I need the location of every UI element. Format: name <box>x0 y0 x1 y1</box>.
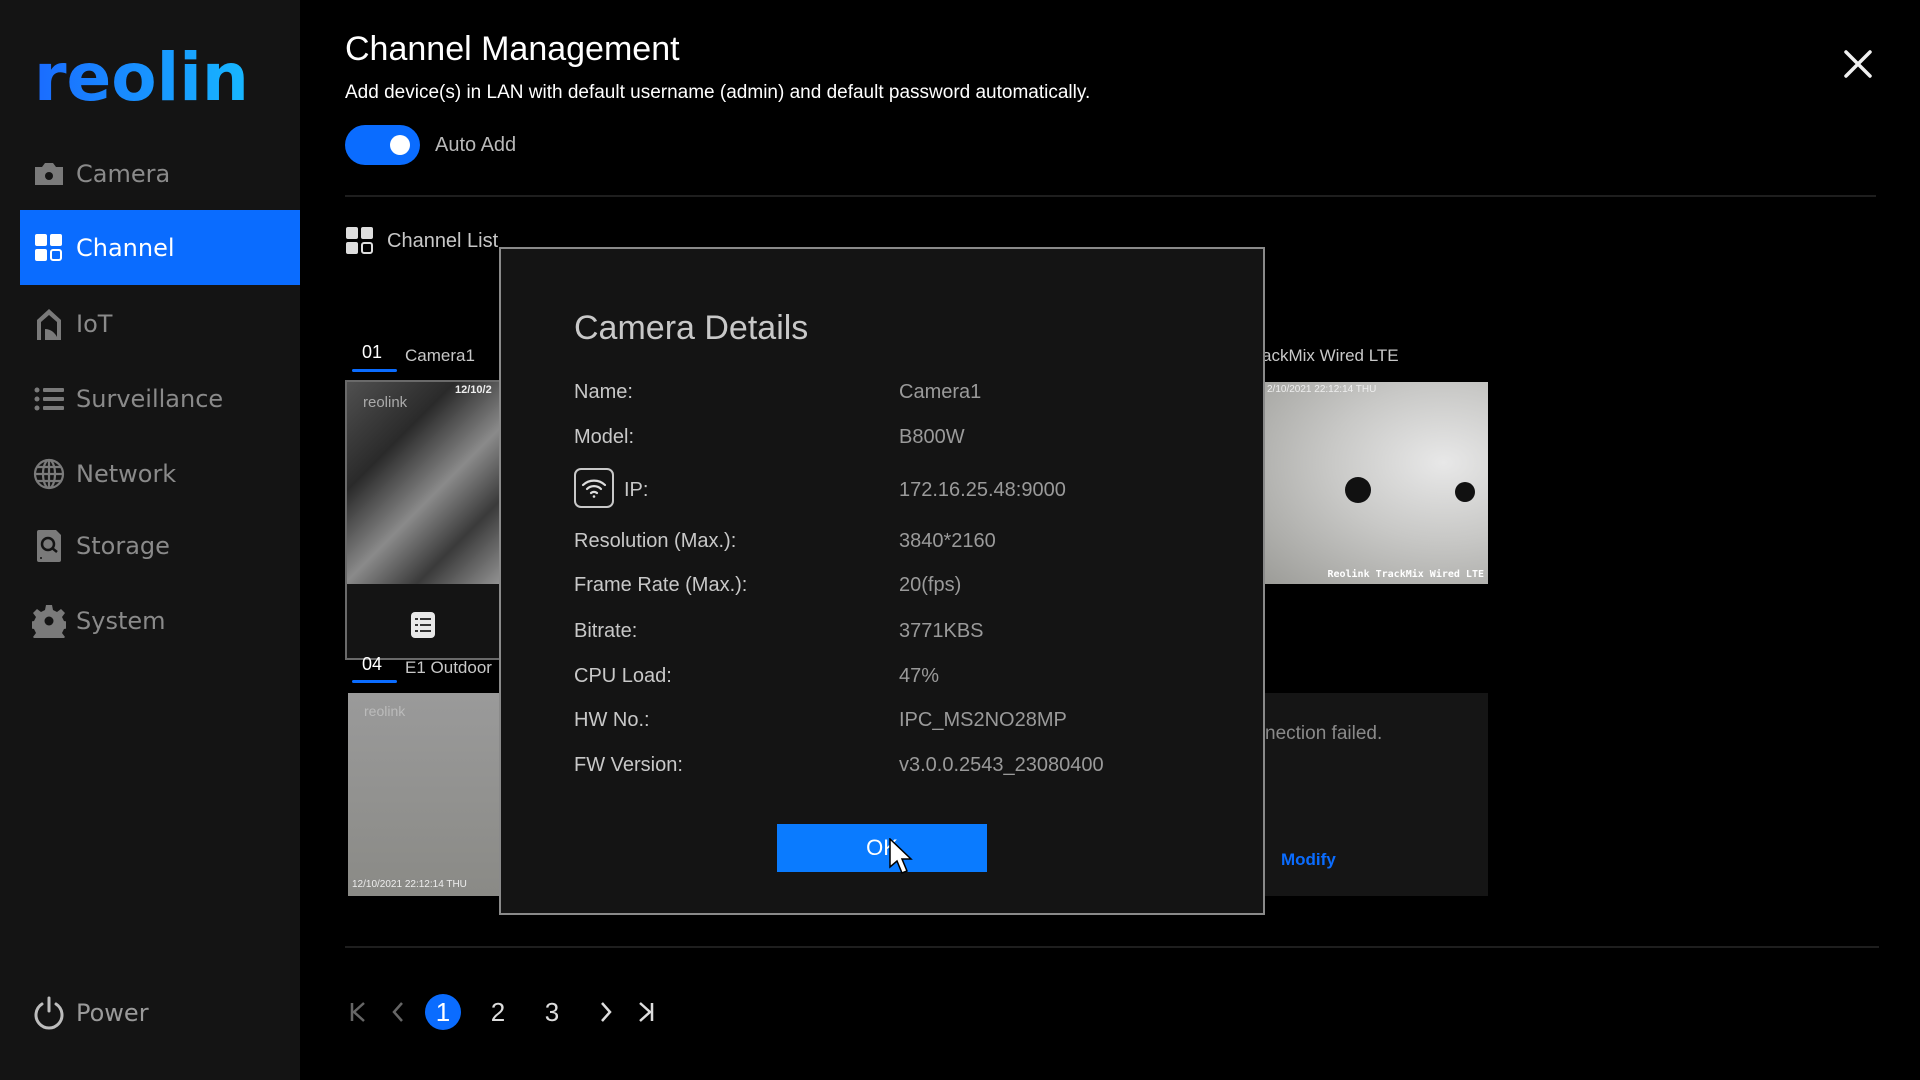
overlay-date: 2/10/2021 22:12:14 THU <box>1267 384 1377 395</box>
overlay-text: Reolink TrackMix Wired LTE <box>1327 569 1484 580</box>
watermark: reolink <box>363 394 408 411</box>
sidebar-item-surveillance[interactable]: Surveillance <box>20 361 300 436</box>
toggle-knob <box>390 135 410 155</box>
model-value: B800W <box>899 426 965 448</box>
overlay-date: 12/10/2 <box>455 384 492 396</box>
tile-name: Camera1 <box>405 346 475 365</box>
page-2-button[interactable]: 2 <box>487 994 509 1030</box>
camera-details-dialog: Camera Details Name: Camera1 Model: B800… <box>499 247 1265 915</box>
last-page-icon[interactable] <box>636 994 656 1030</box>
tile-underline <box>352 369 397 372</box>
overlay-date: 12/10/2021 22:12:14 THU <box>352 879 467 890</box>
sidebar-item-network[interactable]: Network <box>20 436 300 511</box>
name-label: Name: <box>574 381 633 403</box>
bitrate-value: 3771KBS <box>899 620 984 642</box>
iot-home-icon <box>32 307 66 341</box>
camera-tile-failed: nection failed. Modify <box>1265 693 1488 896</box>
tile-number: 04 <box>362 654 383 674</box>
sidebar-item-label: Camera <box>76 159 171 188</box>
camera-tile-01[interactable]: reolink 12/10/2 <box>345 380 505 660</box>
page-title: Channel Management <box>345 30 680 68</box>
sidebar-item-label: Channel <box>76 233 175 262</box>
sidebar: reolink Camera Channel IoT Surveillance … <box>0 0 300 1080</box>
tile-name: E1 Outdoor <box>405 658 492 677</box>
svg-text:reolink: reolink <box>34 42 244 112</box>
tile-underline <box>352 680 397 683</box>
globe-icon <box>32 457 66 491</box>
camera-tile-trackmix[interactable]: 2/10/2021 22:12:14 THU Reolink TrackMix … <box>1265 382 1488 584</box>
close-icon[interactable] <box>1840 46 1876 82</box>
camera-preview: reolink 12/10/2 <box>347 382 503 584</box>
header-divider <box>345 195 1876 197</box>
resolution-label: Resolution (Max.): <box>574 530 737 552</box>
bitrate-label: Bitrate: <box>574 620 638 642</box>
sidebar-item-channel[interactable]: Channel <box>20 210 300 285</box>
sidebar-item-label: Network <box>76 459 177 488</box>
page-3-button[interactable]: 3 <box>541 994 563 1030</box>
gear-icon <box>32 604 66 638</box>
page-subtitle: Add device(s) in LAN with default userna… <box>345 82 1091 103</box>
sidebar-item-system[interactable]: System <box>20 583 300 658</box>
modify-link[interactable]: Modify <box>1281 850 1336 870</box>
tile-number: 01 <box>362 342 383 362</box>
power-button[interactable]: Power <box>20 975 300 1050</box>
dialog-title: Camera Details <box>574 309 809 347</box>
storage-icon <box>32 529 66 563</box>
channel-grid-icon <box>32 231 66 265</box>
mouse-cursor-icon <box>889 838 913 874</box>
details-icon[interactable] <box>411 612 435 638</box>
reolink-logo: reolink <box>34 42 244 112</box>
sidebar-item-label: Surveillance <box>76 384 224 413</box>
page-1-button[interactable]: 1 <box>425 994 461 1030</box>
camera-icon <box>32 157 66 191</box>
connection-status: nection failed. <box>1265 723 1383 744</box>
ip-value: 172.16.25.48:9000 <box>899 479 1066 501</box>
power-label: Power <box>76 998 149 1027</box>
sidebar-item-label: IoT <box>76 309 113 338</box>
frame-rate-value: 20(fps) <box>899 574 962 596</box>
power-icon <box>32 996 66 1030</box>
first-page-icon[interactable] <box>348 994 368 1030</box>
sidebar-item-label: System <box>76 606 166 635</box>
cpu-load-label: CPU Load: <box>574 665 672 687</box>
ip-label: IP: <box>624 479 649 501</box>
sidebar-item-camera[interactable]: Camera <box>20 136 300 211</box>
camera-tile-04[interactable]: reolink 12/10/2021 22:12:14 THU <box>348 693 500 896</box>
fw-version-value: v3.0.0.2543_23080400 <box>899 754 1104 776</box>
watermark: reolink <box>364 703 406 719</box>
next-page-icon[interactable] <box>596 994 616 1030</box>
frame-rate-label: Frame Rate (Max.): <box>574 574 748 596</box>
fw-version-label: FW Version: <box>574 754 683 776</box>
prev-page-icon[interactable] <box>388 994 408 1030</box>
wifi-icon <box>574 468 614 508</box>
resolution-value: 3840*2160 <box>899 530 996 552</box>
ok-button[interactable]: OK <box>777 824 987 872</box>
tile-name: ackMix Wired LTE <box>1262 346 1399 365</box>
camera-lens <box>1455 482 1475 502</box>
camera-lens <box>1345 477 1371 503</box>
sidebar-item-storage[interactable]: Storage <box>20 508 300 583</box>
sidebar-item-label: Storage <box>76 531 170 560</box>
list-icon <box>32 382 66 416</box>
hw-no-label: HW No.: <box>574 709 650 731</box>
cpu-load-value: 47% <box>899 665 940 687</box>
hw-no-value: IPC_MS2NO28MP <box>899 709 1067 731</box>
model-label: Model: <box>574 426 635 448</box>
auto-add-label: Auto Add <box>435 134 517 156</box>
channel-list-title: Channel List <box>387 230 499 252</box>
auto-add-toggle[interactable] <box>345 125 420 165</box>
channel-list-icon <box>346 227 373 254</box>
sidebar-item-iot[interactable]: IoT <box>20 286 300 361</box>
footer-divider <box>345 946 1879 948</box>
name-value: Camera1 <box>899 381 982 403</box>
